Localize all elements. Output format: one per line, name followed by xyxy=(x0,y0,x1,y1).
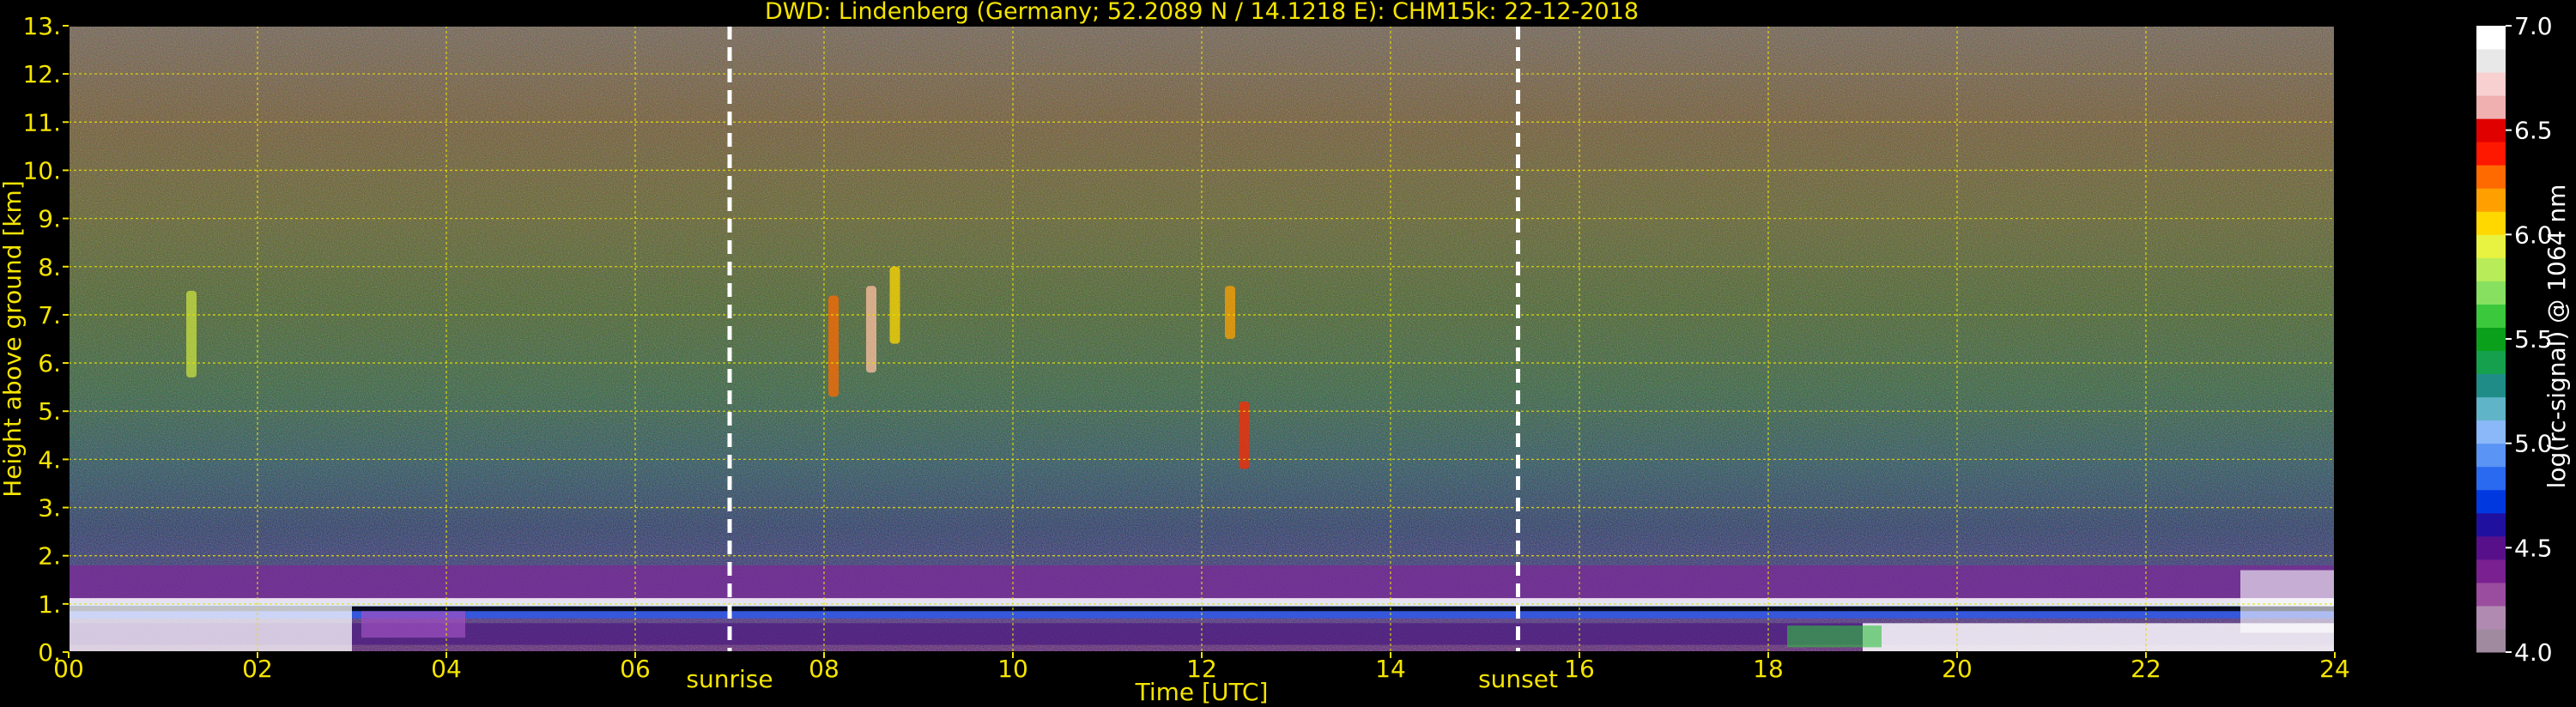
x-tick-label: 20 xyxy=(1942,655,1973,683)
cloud-streak-5 xyxy=(186,290,197,378)
colorbar-segment xyxy=(2476,605,2506,630)
y-tick-label: 5. xyxy=(38,397,61,426)
y-tick-label: 10. xyxy=(22,156,61,184)
chart-title: DWD: Lindenberg (Germany; 52.2089 N / 14… xyxy=(765,0,1639,25)
colorbar-segment xyxy=(2476,628,2506,653)
x-tick-label: 16 xyxy=(1564,655,1595,683)
plot-area: sunrise sunset xyxy=(68,25,2336,693)
x-tick-label: 02 xyxy=(242,655,273,683)
y-tick-label: 3. xyxy=(38,494,61,523)
colorbar-segment xyxy=(2476,188,2506,212)
colorbar-segment xyxy=(2476,72,2506,96)
colorbar-segment xyxy=(2476,281,2506,305)
colorbar-tick-label: 7.0 xyxy=(2514,12,2553,40)
ceilometer-chart: sunrise sunset 00 02 04 06 08 10 12 14 16 18 20 22 24… xyxy=(0,0,2571,706)
colorbar-segment xyxy=(2476,118,2506,142)
colorbar-segment xyxy=(2476,489,2506,514)
colorbar-tick-label: 4.0 xyxy=(2514,638,2553,667)
y-tick-label: 8. xyxy=(38,253,61,281)
colorbar-segment xyxy=(2476,49,2506,73)
colorbar-segment xyxy=(2476,512,2506,537)
colorbar-segment xyxy=(2476,142,2506,166)
colorbar-segment xyxy=(2476,234,2506,258)
cloud-streak-1 xyxy=(866,286,876,373)
x-tick-label: 22 xyxy=(2131,655,2161,683)
cloud-streak-4 xyxy=(1225,286,1235,339)
colorbar-segment xyxy=(2476,582,2506,607)
fog-patch-morning xyxy=(69,606,352,652)
colorbar-segment xyxy=(2476,466,2506,491)
y-tick-label: 6. xyxy=(38,349,61,378)
colorbar-segment xyxy=(2476,327,2506,352)
y-tick-label: 1. xyxy=(38,590,61,619)
cloud-streak-0 xyxy=(828,295,839,397)
y-tick-label: 9. xyxy=(38,205,61,233)
colorbar-segment xyxy=(2476,535,2506,560)
sunset-label: sunset xyxy=(1478,665,1558,693)
colorbar-label: log(rc-signal) @ 1064 nm xyxy=(2543,184,2571,489)
y-tick-label: 4. xyxy=(38,445,61,474)
colorbar-segment xyxy=(2476,420,2506,444)
x-tick-label: 06 xyxy=(620,655,651,683)
colorbar-segment xyxy=(2476,396,2506,421)
haze-patch xyxy=(361,611,465,638)
colorbar-segment xyxy=(2476,257,2506,281)
y-tick-label: 0. xyxy=(38,638,61,667)
y-tick-label: 13. xyxy=(22,12,61,40)
colorbar-segment xyxy=(2476,211,2506,235)
colorbar-tick-label: 4.5 xyxy=(2514,534,2553,562)
colorbar-segment xyxy=(2476,443,2506,468)
x-tick-label: 24 xyxy=(2319,655,2350,683)
y-tick-label: 2. xyxy=(38,542,61,571)
colorbar-segment xyxy=(2476,350,2506,375)
colorbar-segment xyxy=(2476,26,2506,50)
cloud-streak-2 xyxy=(889,266,900,344)
x-axis-label: Time [UTC] xyxy=(1135,678,1269,706)
green-patch xyxy=(1787,625,1882,648)
x-tick-label: 08 xyxy=(809,655,839,683)
y-axis-label: Height above ground [km] xyxy=(0,180,27,498)
colorbar-segment xyxy=(2476,165,2506,189)
x-tick-label: 04 xyxy=(431,655,462,683)
y-tick-label: 7. xyxy=(38,301,61,329)
y-tick-label: 11. xyxy=(22,108,61,136)
y-tick-label: 12. xyxy=(22,60,61,88)
x-tick-label: 14 xyxy=(1375,655,1406,683)
sunrise-label: sunrise xyxy=(686,665,773,693)
x-tick-label: 18 xyxy=(1753,655,1784,683)
fog-rise-evening xyxy=(2240,570,2335,633)
x-tick-label: 10 xyxy=(997,655,1028,683)
colorbar xyxy=(2476,26,2506,653)
colorbar-segment xyxy=(2476,95,2506,119)
y-axis-ticks: 0. 1. 2. 3. 4. 5. 6. 7. 8. 9. 10. 11. 12. 13. xyxy=(22,12,69,667)
colorbar-segment xyxy=(2476,304,2506,328)
colorbar-segment xyxy=(2476,373,2506,398)
colorbar-tick-label: 6.5 xyxy=(2514,117,2553,145)
colorbar-segment xyxy=(2476,559,2506,583)
